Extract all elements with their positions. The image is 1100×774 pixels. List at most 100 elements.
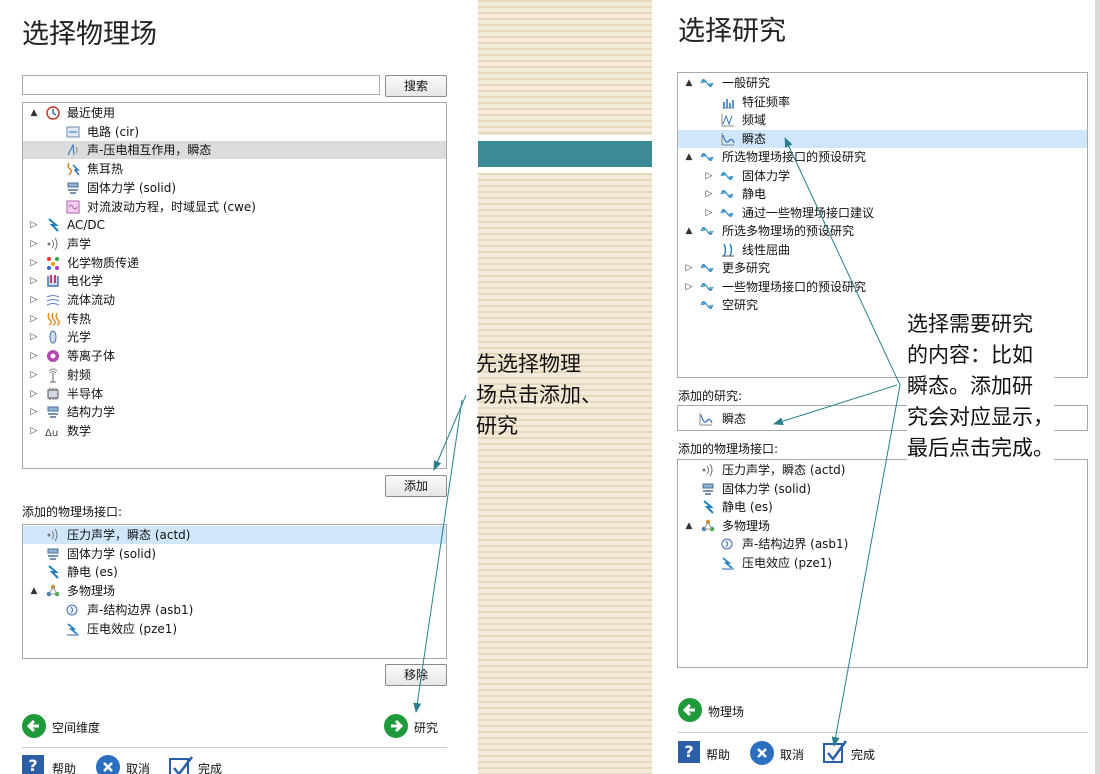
expand-icon[interactable]: ▷ bbox=[704, 185, 714, 203]
done-button[interactable]: 完成 bbox=[168, 755, 238, 774]
added-physics-item[interactable]: 压力声学，瞬态 (actd) bbox=[23, 526, 446, 544]
physics-tree-item[interactable]: 电路 (cir) bbox=[23, 123, 446, 141]
search-input[interactable] bbox=[22, 75, 380, 95]
study-tree-item[interactable]: ▷ 固体力学 bbox=[678, 167, 1087, 185]
expand-icon[interactable]: ▷ bbox=[704, 204, 714, 222]
physics-tree-item[interactable]: ▷ 等离子体 bbox=[23, 347, 446, 365]
added-physics-item[interactable]: 静电 (es) bbox=[23, 563, 446, 581]
physics-tree-item[interactable]: ▷ 光学 bbox=[23, 328, 446, 346]
physics-tree-item[interactable]: 声-压电相互作用，瞬态 bbox=[23, 141, 446, 160]
done-label: 完成 bbox=[198, 762, 223, 774]
added-physics-item[interactable]: 固体力学 (solid) bbox=[23, 545, 446, 563]
physics-tree-item[interactable]: ▷ AC/DC bbox=[23, 216, 446, 234]
physics-tree-item[interactable]: ▷ 流体流动 bbox=[23, 291, 446, 309]
physics-tree-item[interactable]: 焦耳热 bbox=[23, 160, 446, 178]
tree-item-label: 压电效应 (pze1) bbox=[742, 555, 833, 570]
annotation-right-line-4: 究会对应显示， bbox=[907, 405, 1054, 429]
expand-icon[interactable]: ▷ bbox=[29, 347, 39, 365]
expand-icon[interactable]: ▷ bbox=[29, 328, 39, 346]
physics-tree-item[interactable]: ▷ 化学物质传递 bbox=[23, 254, 446, 272]
physics-tree-item[interactable]: ▷ 结构力学 bbox=[23, 403, 446, 421]
added-physics-item-right[interactable]: 压电效应 (pze1) bbox=[678, 554, 1087, 572]
expand-icon[interactable]: ▷ bbox=[704, 167, 714, 185]
expand-icon[interactable]: ▷ bbox=[29, 310, 39, 328]
physics-tree-item[interactable]: ▲ 最近使用 bbox=[23, 104, 446, 122]
collapse-icon[interactable]: ▲ bbox=[684, 222, 694, 240]
done-button-right[interactable]: 完成 bbox=[822, 739, 892, 765]
cancel-button-right[interactable]: 取消 bbox=[750, 741, 820, 765]
add-button[interactable]: 添加 bbox=[385, 475, 447, 497]
physics-tree-item[interactable]: ▷ Δu 数学 bbox=[23, 422, 446, 440]
physics-tree[interactable]: ▲ 最近使用 电路 (cir) 声-压电相互作用，瞬态 焦耳热固体力学 (solid) 对… bbox=[22, 102, 447, 469]
expand-icon[interactable]: ▷ bbox=[29, 235, 39, 253]
expand-icon[interactable]: ▷ bbox=[29, 422, 39, 440]
expand-icon[interactable]: ▷ bbox=[29, 254, 39, 272]
tree-item-label: 声-结构边界 (asb1) bbox=[742, 537, 849, 551]
tree-item-label: 多物理场 bbox=[722, 518, 771, 533]
study-tree-item[interactable]: 线性屈曲 bbox=[678, 241, 1087, 259]
collapse-icon[interactable]: ▲ bbox=[684, 74, 694, 92]
help-button[interactable]: ? 帮助 bbox=[22, 755, 92, 774]
tree-item-label: 一般研究 bbox=[722, 76, 771, 90]
study-tree-item[interactable]: ▷ 一些物理场接口的预设研究 bbox=[678, 278, 1087, 296]
study-tree-item[interactable]: 瞬态 bbox=[678, 129, 1087, 148]
math-icon: Δu bbox=[45, 427, 59, 439]
expand-icon[interactable]: ▷ bbox=[29, 366, 39, 384]
solid-mechanics-icon bbox=[65, 180, 81, 196]
expand-icon[interactable]: ▷ bbox=[29, 403, 39, 421]
physics-tree-item[interactable]: ▷ 射频 bbox=[23, 366, 446, 384]
physics-tree-item[interactable]: 固体力学 (solid) bbox=[23, 179, 446, 197]
study-tree-item[interactable]: ▲ 所选物理场接口的预设研究 bbox=[678, 148, 1087, 166]
study-tree-item[interactable]: 频域 bbox=[678, 111, 1087, 129]
tree-item-label: 固体力学 (solid) bbox=[722, 481, 812, 496]
added-physics-list[interactable]: 压力声学，瞬态 (actd) 固体力学 (solid) 静电 (es) ▲ 多物理场 声-… bbox=[22, 524, 447, 659]
tree-item-label: 更多研究 bbox=[722, 261, 771, 275]
divider-right bbox=[678, 732, 1088, 733]
expand-icon[interactable]: ▷ bbox=[29, 291, 39, 309]
collapse-icon[interactable]: ▲ bbox=[29, 104, 39, 122]
tree-item-label: 流体流动 bbox=[67, 293, 116, 307]
study-button[interactable]: 研究 bbox=[384, 714, 454, 740]
collapse-icon[interactable]: ▲ bbox=[684, 148, 694, 166]
expand-icon[interactable]: ▷ bbox=[29, 272, 39, 290]
physics-tree-item[interactable]: ▷ 电化学 bbox=[23, 272, 446, 290]
help-button-right[interactable]: ? 帮助 bbox=[678, 741, 748, 765]
study-tree-item[interactable]: ▲ 一般研究 bbox=[678, 74, 1087, 92]
added-physics-item-right[interactable]: 固体力学 (solid) bbox=[678, 480, 1087, 498]
space-dimension-button[interactable]: 空间维度 bbox=[22, 714, 142, 740]
study-tree-item[interactable]: ▷ 通过一些物理场接口建议 bbox=[678, 204, 1087, 222]
annotation-left-line-2: 场点击添加、 bbox=[476, 383, 602, 407]
added-physics-item[interactable]: 压电效应 (pze1) bbox=[23, 620, 446, 638]
study-tree-item[interactable]: ▲ 所选多物理场的预设研究 bbox=[678, 222, 1087, 240]
physics-tree-item[interactable]: ▷ 声学 bbox=[23, 235, 446, 253]
physics-tree-item[interactable]: 对流波动方程，时域显式 (cwe) bbox=[23, 198, 446, 216]
expand-icon[interactable]: ▷ bbox=[29, 216, 39, 234]
added-physics-list-right[interactable]: 压力声学，瞬态 (actd) 固体力学 (solid) 静电 (es) ▲ 多物理场 声-… bbox=[677, 459, 1088, 668]
collapse-icon[interactable]: ▲ bbox=[29, 582, 39, 600]
circuit-icon bbox=[65, 124, 81, 140]
study-group-icon bbox=[720, 205, 736, 221]
physics-tree-item[interactable]: ▷ 传热 bbox=[23, 310, 446, 328]
annotation-right-line-1: 选择需要研究 bbox=[907, 312, 1033, 336]
study-label: 研究 bbox=[414, 721, 439, 735]
physics-back-button[interactable]: 物理场 bbox=[678, 698, 798, 724]
collapse-icon[interactable]: ▲ bbox=[684, 517, 694, 535]
added-physics-item-right[interactable]: ▲ 多物理场 bbox=[678, 517, 1087, 535]
expand-icon[interactable]: ▷ bbox=[684, 259, 694, 277]
cancel-button[interactable]: 取消 bbox=[96, 755, 166, 774]
search-button[interactable]: 搜索 bbox=[385, 75, 447, 97]
added-physics-item[interactable]: 声-结构边界 (asb1) bbox=[23, 601, 446, 619]
tree-item-label: 固体力学 (solid) bbox=[87, 180, 177, 195]
study-tree-item[interactable]: 特征频率 bbox=[678, 93, 1087, 111]
expand-icon[interactable]: ▷ bbox=[684, 278, 694, 296]
physics-tree-item[interactable]: ▷ 半导体 bbox=[23, 385, 446, 403]
added-physics-item-right[interactable]: 静电 (es) bbox=[678, 498, 1087, 516]
tree-item-label: 对流波动方程，时域显式 (cwe) bbox=[87, 199, 256, 214]
expand-icon[interactable]: ▷ bbox=[29, 385, 39, 403]
remove-button[interactable]: 移除 bbox=[385, 664, 447, 686]
added-physics-item[interactable]: ▲ 多物理场 bbox=[23, 582, 446, 600]
study-tree-item[interactable]: ▷ 更多研究 bbox=[678, 259, 1087, 277]
added-physics-item-right[interactable]: 声-结构边界 (asb1) bbox=[678, 535, 1087, 553]
tree-item-label: 一些物理场接口的预设研究 bbox=[722, 279, 867, 294]
study-tree-item[interactable]: ▷ 静电 bbox=[678, 185, 1087, 203]
